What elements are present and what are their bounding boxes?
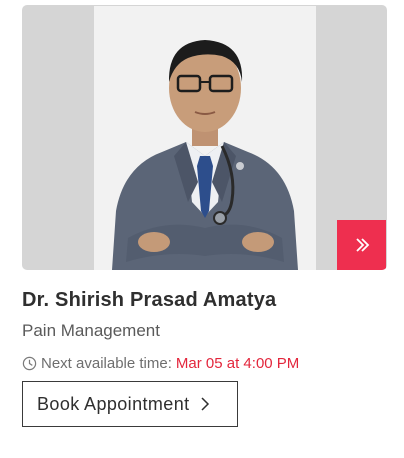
availability-time: Mar 05 at 4:00 PM [175, 354, 300, 372]
book-appointment-button[interactable]: Book Appointment [22, 381, 238, 427]
book-appointment-label: Book Appointment [37, 393, 190, 414]
chevron-right-icon [200, 397, 209, 411]
next-available-time: Next available time: Mar 05 at 4:00 PM [22, 354, 299, 372]
doctor-specialty: Pain Management [22, 321, 160, 340]
clock-icon [22, 356, 37, 370]
availability-label: Next available time: [41, 354, 172, 372]
next-doctor-button[interactable] [337, 220, 386, 270]
doctor-portrait[interactable] [94, 6, 316, 270]
doctor-portrait-image [94, 6, 316, 270]
doctor-card: Dr. Shirish Prasad Amatya Pain Managemen… [22, 5, 387, 427]
doctor-name[interactable]: Dr. Shirish Prasad Amatya [22, 289, 276, 312]
doctor-photo-frame [22, 5, 387, 270]
double-chevron-right-icon [355, 238, 369, 252]
